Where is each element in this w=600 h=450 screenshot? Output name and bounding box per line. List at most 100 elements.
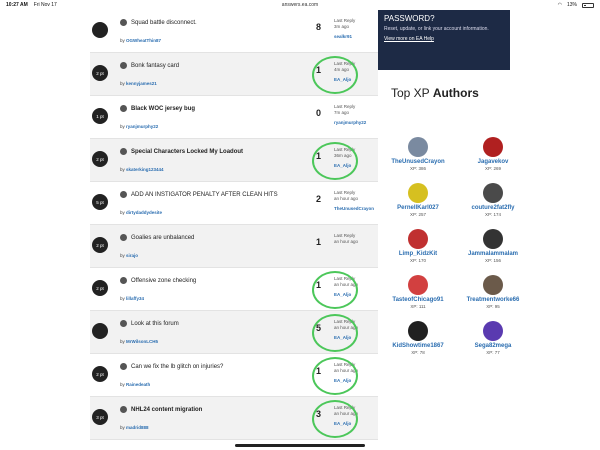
thread-row[interactable]: 2 pt Bonk fantasy card by kennyjames21 1 Las…	[90, 53, 378, 96]
avatar[interactable]	[483, 275, 503, 295]
author-name[interactable]: Treatmentworke66	[453, 297, 533, 303]
highlight-circle	[312, 142, 358, 180]
avatar[interactable]	[408, 137, 428, 157]
thread-title[interactable]: Goalies are unbalanced	[120, 234, 194, 241]
thread-title[interactable]: Can we fix the lb glitch on injuries?	[120, 363, 223, 370]
thread-title-text[interactable]: Squad battle disconnect.	[131, 20, 197, 26]
author-card[interactable]: Jammalammalam XP: 156	[453, 229, 533, 263]
thread-author: by ryanjmurphy22	[120, 124, 158, 129]
thread-title-text[interactable]: NHL24 content migration	[131, 407, 202, 413]
thread-title-text[interactable]: Offensive zone checking	[131, 278, 196, 284]
avatar[interactable]	[483, 137, 503, 157]
author-name[interactable]: TheUnusedCrayon	[378, 159, 458, 165]
author-name[interactable]: Limp_KidzKit	[378, 251, 458, 257]
author-link[interactable]: skaterking123444	[126, 167, 164, 172]
thread-title[interactable]: Bonk fantasy card	[120, 62, 179, 69]
thread-author: by OGWheatThin87	[120, 38, 161, 43]
home-indicator[interactable]	[235, 444, 365, 447]
author-card[interactable]: Limp_KidzKit XP: 170	[378, 229, 458, 263]
thread-row[interactable]: 2 pt Goalies are unbalanced by sirajo 1 Last…	[90, 225, 378, 268]
thread-title[interactable]: Look at this forum	[120, 320, 179, 327]
thread-author: by madrid888	[120, 425, 149, 430]
last-reply: Last Reply 3m ago sealkr91	[334, 18, 355, 40]
author-link[interactable]: kennyjames21	[126, 81, 157, 86]
thread-icon	[92, 22, 108, 38]
author-name[interactable]: Jammalammalam	[453, 251, 533, 257]
author-card[interactable]: Jagavekov XP: 269	[453, 137, 533, 171]
thread-row[interactable]: 2 pt Can we fix the lb glitch on injuries…	[90, 354, 378, 397]
avatar[interactable]	[408, 183, 428, 203]
thread-title-text[interactable]: Can we fix the lb glitch on injuries?	[131, 364, 223, 370]
question-icon	[120, 277, 127, 284]
thread-author: by kennyjames21	[120, 81, 157, 86]
thread-row[interactable]: 2 pt Offensive zone checking by lillaffy34…	[90, 268, 378, 311]
last-reply-user[interactable]: TheUnusedCrayon	[334, 206, 374, 212]
thread-title-text[interactable]: Look at this forum	[131, 321, 179, 327]
avatar[interactable]	[483, 229, 503, 249]
thread-title[interactable]: Offensive zone checking	[120, 277, 196, 284]
author-name[interactable]: PernellKarl027	[378, 205, 458, 211]
thread-row[interactable]: Look at this forum by MrWilsonLCH5 5 Last R…	[90, 311, 378, 354]
thread-row[interactable]: Squad battle disconnect. by OGWheatThin87…	[90, 10, 378, 53]
author-name[interactable]: TasteofChicago91	[378, 297, 458, 303]
author-xp: XP: 156	[484, 258, 501, 263]
last-reply-time: 7m ago	[334, 110, 350, 115]
avatar[interactable]	[408, 321, 428, 341]
author-link[interactable]: sirajo	[126, 253, 138, 258]
author-card[interactable]: PernellKarl027 XP: 257	[378, 183, 458, 217]
author-link[interactable]: ryanjmurphy22	[126, 124, 158, 129]
promo-heading: PASSWORD?	[384, 14, 435, 23]
question-icon	[120, 320, 127, 327]
author-card[interactable]: Treatmentworke66 XP: 95	[453, 275, 533, 309]
thread-row[interactable]: 5 pt ADD AN INSTIGATOR PENALTY AFTER CLEA…	[90, 182, 378, 225]
thread-list: Squad battle disconnect. by OGWheatThin87…	[90, 10, 378, 440]
author-link[interactable]: lillaffy34	[126, 296, 144, 301]
thread-author: by lillaffy34	[120, 296, 144, 301]
thread-author: by sirajo	[120, 253, 138, 258]
author-card[interactable]: couture2fat2fly XP: 174	[453, 183, 533, 217]
thread-row[interactable]: 1 pt Black WOC jersey bug by ryanjmurphy22…	[90, 96, 378, 139]
author-name[interactable]: Sega82mega	[453, 343, 533, 349]
thread-row[interactable]: 2 pt Special Characters Locked My Loadout…	[90, 139, 378, 182]
author-name[interactable]: couture2fat2fly	[453, 205, 533, 211]
author-link[interactable]: MrWilsonLCH5	[126, 339, 158, 344]
author-name[interactable]: Jagavekov	[453, 159, 533, 165]
author-card[interactable]: TheUnusedCrayon XP: 386	[378, 137, 458, 171]
avatar[interactable]	[408, 229, 428, 249]
thread-row[interactable]: 3 pt NHL24 content migration by madrid888 3…	[90, 397, 378, 440]
author-link[interactable]: Rainedeath	[126, 382, 150, 387]
avatar[interactable]	[408, 275, 428, 295]
thread-title[interactable]: Special Characters Locked My Loadout	[120, 148, 243, 155]
author-xp: XP: 77	[486, 350, 500, 355]
last-reply-user[interactable]: ryanjmurphy22	[334, 120, 366, 126]
highlight-circle	[312, 271, 358, 309]
avatar[interactable]	[483, 321, 503, 341]
author-card[interactable]: Sega82mega XP: 77	[453, 321, 533, 355]
author-card[interactable]: TasteofChicago91 XP: 111	[378, 275, 458, 309]
reply-count: 0	[316, 108, 322, 118]
promo-link[interactable]: View more on EA Help	[384, 36, 504, 42]
question-icon	[120, 406, 127, 413]
author-link[interactable]: dirtydaddydesite	[126, 210, 162, 215]
last-reply-user[interactable]: sealkr91	[334, 34, 355, 40]
highlight-circle	[312, 357, 358, 395]
thread-title-text[interactable]: Black WOC jersey bug	[131, 106, 195, 112]
author-link[interactable]: OGWheatThin87	[126, 38, 161, 43]
thread-title-text[interactable]: ADD AN INSTIGATOR PENALTY AFTER CLEAN HI…	[131, 192, 278, 198]
address-bar[interactable]: answers.ea.com	[0, 2, 600, 8]
author-card[interactable]: KidShowtime1867 XP: 78	[378, 321, 458, 355]
thread-title[interactable]: Black WOC jersey bug	[120, 105, 195, 112]
avatar[interactable]	[483, 183, 503, 203]
author-name[interactable]: KidShowtime1867	[378, 343, 458, 349]
thread-title[interactable]: ADD AN INSTIGATOR PENALTY AFTER CLEAN HI…	[120, 191, 278, 198]
points-badge: 2 pt	[92, 237, 108, 253]
thread-title[interactable]: NHL24 content migration	[120, 406, 202, 413]
last-reply: Last Reply 7m ago ryanjmurphy22	[334, 104, 366, 126]
thread-title-text[interactable]: Bonk fantasy card	[131, 63, 179, 69]
points-badge: 2 pt	[92, 366, 108, 382]
help-promo: PASSWORD? Reset, update, or link your ac…	[378, 10, 510, 70]
thread-title[interactable]: Squad battle disconnect.	[120, 19, 197, 26]
thread-title-text[interactable]: Special Characters Locked My Loadout	[131, 149, 243, 155]
thread-title-text[interactable]: Goalies are unbalanced	[131, 235, 194, 241]
author-link[interactable]: madrid888	[126, 425, 149, 430]
